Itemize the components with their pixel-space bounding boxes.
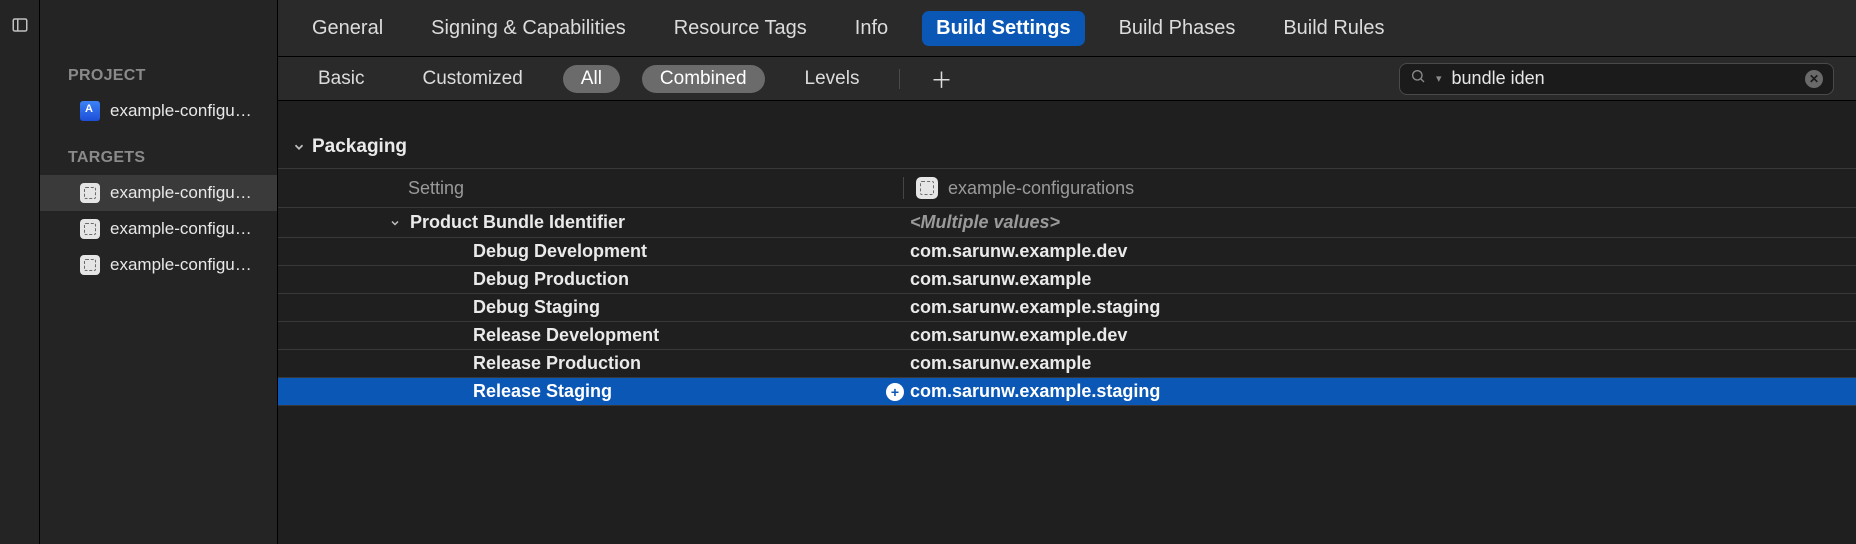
- left-panel-toggle[interactable]: [0, 0, 40, 544]
- sidebar-target-item[interactable]: example-configur…: [40, 247, 277, 283]
- config-name: Debug Staging: [473, 297, 910, 318]
- section-header-packaging[interactable]: Packaging: [278, 126, 1856, 169]
- config-row[interactable]: Debug Productioncom.sarunw.example: [278, 266, 1856, 294]
- config-value[interactable]: com.sarunw.example: [910, 353, 1091, 374]
- sidebar-item-label: example-configur…: [110, 219, 257, 239]
- column-header-target: example-configurations: [916, 177, 1134, 199]
- search-input[interactable]: [1452, 68, 1795, 89]
- sidebar-item-label: example-configur…: [110, 255, 257, 275]
- config-row[interactable]: Debug Stagingcom.sarunw.example.staging: [278, 294, 1856, 322]
- chevron-down-icon: [380, 217, 410, 229]
- config-row[interactable]: Debug Developmentcom.sarunw.example.dev: [278, 238, 1856, 266]
- tab-build-phases[interactable]: Build Phases: [1105, 11, 1250, 46]
- config-value[interactable]: com.sarunw.example: [910, 269, 1091, 290]
- sidebar-target-item[interactable]: example-configur…: [40, 211, 277, 247]
- filter-customized[interactable]: Customized: [404, 65, 540, 93]
- target-icon: [80, 219, 100, 239]
- targets-heading: TARGETS: [40, 139, 277, 175]
- main-editor: General Signing & Capabilities Resource Ta…: [278, 0, 1856, 544]
- filter-combined[interactable]: Combined: [642, 65, 765, 93]
- editor-tab-bar: General Signing & Capabilities Resource Ta…: [278, 0, 1856, 57]
- target-icon: [80, 183, 100, 203]
- config-value[interactable]: com.sarunw.example.staging: [910, 297, 1160, 318]
- column-header-setting: Setting: [408, 178, 903, 199]
- search-icon: [1410, 68, 1426, 90]
- sidebar-item-label: example-configur…: [110, 183, 257, 203]
- project-icon: [80, 101, 100, 121]
- config-name: Debug Production: [473, 269, 910, 290]
- tab-build-settings[interactable]: Build Settings: [922, 11, 1084, 46]
- config-name: Release Production: [473, 353, 910, 374]
- build-settings-filter-bar: Basic Customized All Combined Levels ＋ ▾ ✕: [278, 57, 1856, 101]
- filter-all[interactable]: All: [563, 65, 620, 93]
- build-settings-search[interactable]: ▾ ✕: [1399, 63, 1834, 95]
- add-icon: +: [886, 383, 904, 401]
- config-name: Release Development: [473, 325, 910, 346]
- section-title: Packaging: [312, 136, 407, 158]
- config-name: Release Staging: [473, 381, 910, 402]
- settings-content: Packaging Setting example-configurations…: [278, 101, 1856, 544]
- target-icon: [916, 177, 938, 199]
- config-row[interactable]: Release Productioncom.sarunw.example: [278, 350, 1856, 378]
- project-heading: PROJECT: [40, 57, 277, 93]
- config-name: Debug Development: [473, 241, 910, 262]
- navigator-sidebar: PROJECT example-configur… TARGETS exampl…: [40, 0, 278, 544]
- sidebar-target-item[interactable]: example-configur…: [40, 175, 277, 211]
- sidebar-project-item[interactable]: example-configur…: [40, 93, 277, 129]
- add-setting-button[interactable]: ＋: [922, 63, 960, 95]
- tab-info[interactable]: Info: [841, 11, 902, 46]
- setting-summary-value: <Multiple values>: [910, 212, 1060, 233]
- tab-general[interactable]: General: [298, 11, 397, 46]
- column-divider: [903, 177, 904, 199]
- project-label: example-configur…: [110, 101, 257, 121]
- tab-signing-capabilities[interactable]: Signing & Capabilities: [417, 11, 640, 46]
- settings-column-headers: Setting example-configurations: [278, 169, 1856, 208]
- filter-levels[interactable]: Levels: [787, 65, 878, 93]
- column-header-target-label: example-configurations: [948, 178, 1134, 199]
- config-value[interactable]: +com.sarunw.example.staging: [910, 381, 1160, 402]
- config-row[interactable]: Release Staging+com.sarunw.example.stagi…: [278, 378, 1856, 406]
- tab-resource-tags[interactable]: Resource Tags: [660, 11, 821, 46]
- target-icon: [80, 255, 100, 275]
- clear-search-button[interactable]: ✕: [1805, 70, 1823, 88]
- setting-name-label: Product Bundle Identifier: [410, 212, 910, 233]
- chevron-down-icon: [286, 140, 312, 154]
- config-value[interactable]: com.sarunw.example.dev: [910, 325, 1127, 346]
- config-row[interactable]: Release Developmentcom.sarunw.example.de…: [278, 322, 1856, 350]
- filter-basic[interactable]: Basic: [300, 65, 382, 93]
- chevron-down-icon[interactable]: ▾: [1436, 72, 1442, 85]
- tab-build-rules[interactable]: Build Rules: [1269, 11, 1398, 46]
- config-value[interactable]: com.sarunw.example.dev: [910, 241, 1127, 262]
- setting-row-product-bundle-identifier[interactable]: Product Bundle Identifier <Multiple valu…: [278, 208, 1856, 238]
